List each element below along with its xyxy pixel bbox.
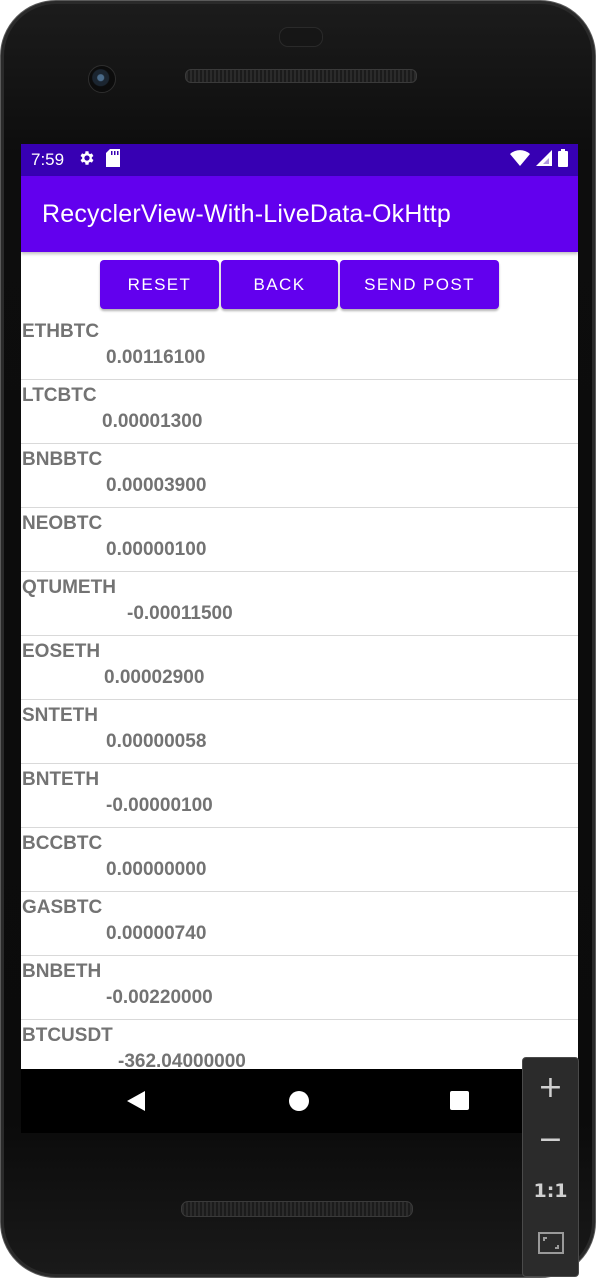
symbol-label: NEOBTC: [22, 513, 103, 534]
value-label: 0.00116100: [106, 347, 206, 368]
app-bar: RecyclerView-With-LiveData-OkHttp: [21, 176, 578, 252]
value-label: 0.00000740: [106, 923, 207, 944]
list-item[interactable]: BCCBTC 0.00000000: [21, 828, 578, 892]
send-post-button[interactable]: SEND POST: [340, 260, 499, 309]
zoom-out-button[interactable]: −: [523, 1114, 578, 1164]
symbol-label: BNBETH: [22, 961, 102, 982]
recents-icon[interactable]: [450, 1091, 469, 1110]
list-item[interactable]: BNTETH -0.00000100: [21, 764, 578, 828]
symbol-label: BCCBTC: [22, 833, 103, 854]
front-camera: [88, 65, 116, 93]
value-label: -0.00011500: [127, 603, 233, 624]
symbol-label: GASBTC: [22, 897, 103, 918]
value-label: 0.00000058: [106, 731, 207, 752]
value-label: 0.00000100: [106, 539, 207, 560]
list-item[interactable]: BNBETH -0.00220000: [21, 956, 578, 1020]
earpiece: [279, 27, 323, 47]
list-item[interactable]: LTCBTC 0.00001300: [21, 380, 578, 444]
back-icon[interactable]: [127, 1091, 145, 1111]
list-item[interactable]: QTUMETH -0.00011500: [21, 572, 578, 636]
symbol-label: ETHBTC: [22, 321, 100, 342]
status-right-icons: [510, 148, 568, 172]
status-time: 7:59: [31, 150, 65, 169]
button-row: RESET BACK SEND POST: [100, 260, 499, 309]
fit-screen-icon[interactable]: [523, 1218, 578, 1268]
list-item[interactable]: BTCUSDT -362.04000000: [21, 1020, 578, 1069]
value-label: 0.00000000: [106, 859, 207, 880]
back-button[interactable]: BACK: [221, 260, 338, 309]
list-item[interactable]: GASBTC 0.00000740: [21, 892, 578, 956]
symbol-label: BTCUSDT: [22, 1025, 113, 1046]
value-label: -362.04000000: [118, 1051, 246, 1069]
symbol-label: SNTETH: [22, 705, 98, 726]
reset-button[interactable]: RESET: [100, 260, 219, 309]
symbol-label: BNTETH: [22, 769, 100, 790]
list-item[interactable]: SNTETH 0.00000058: [21, 700, 578, 764]
gear-icon: [78, 149, 96, 172]
emulator-zoom-panel: + − 1:1: [522, 1057, 579, 1277]
battery-icon: [558, 148, 568, 172]
value-label: 0.00002900: [104, 667, 205, 688]
symbol-label: EOSETH: [22, 641, 101, 662]
value-label: -0.00220000: [106, 987, 213, 1008]
list-item[interactable]: BNBBTC 0.00003900: [21, 444, 578, 508]
list-item[interactable]: EOSETH 0.00002900: [21, 636, 578, 700]
symbol-label: BNBBTC: [22, 449, 103, 470]
ticker-list[interactable]: ETHBTC 0.00116100 LTCBTC 0.00001300 BNBB…: [21, 316, 578, 1069]
app-title: RecyclerView-With-LiveData-OkHttp: [42, 199, 452, 228]
symbol-label: QTUMETH: [22, 577, 116, 598]
screen: 7:59 RecyclerView-With-LiveData-OkHttp R…: [21, 144, 578, 1069]
navigation-bar: [21, 1069, 578, 1133]
value-label: 0.00001300: [102, 411, 203, 432]
actual-size-button[interactable]: 1:1: [523, 1166, 578, 1216]
wifi-icon: [510, 149, 530, 171]
value-label: 0.00003900: [106, 475, 207, 496]
bottom-speaker-grille: [181, 1201, 413, 1217]
symbol-label: LTCBTC: [22, 385, 97, 406]
zoom-in-button[interactable]: +: [523, 1062, 578, 1112]
home-icon[interactable]: [289, 1091, 309, 1111]
sd-card-icon: [106, 148, 121, 172]
value-label: -0.00000100: [106, 795, 213, 816]
list-item[interactable]: ETHBTC 0.00116100: [21, 316, 578, 380]
signal-icon: [536, 149, 552, 171]
list-item[interactable]: NEOBTC 0.00000100: [21, 508, 578, 572]
top-speaker-grille: [185, 69, 417, 83]
status-bar: 7:59: [21, 144, 578, 176]
